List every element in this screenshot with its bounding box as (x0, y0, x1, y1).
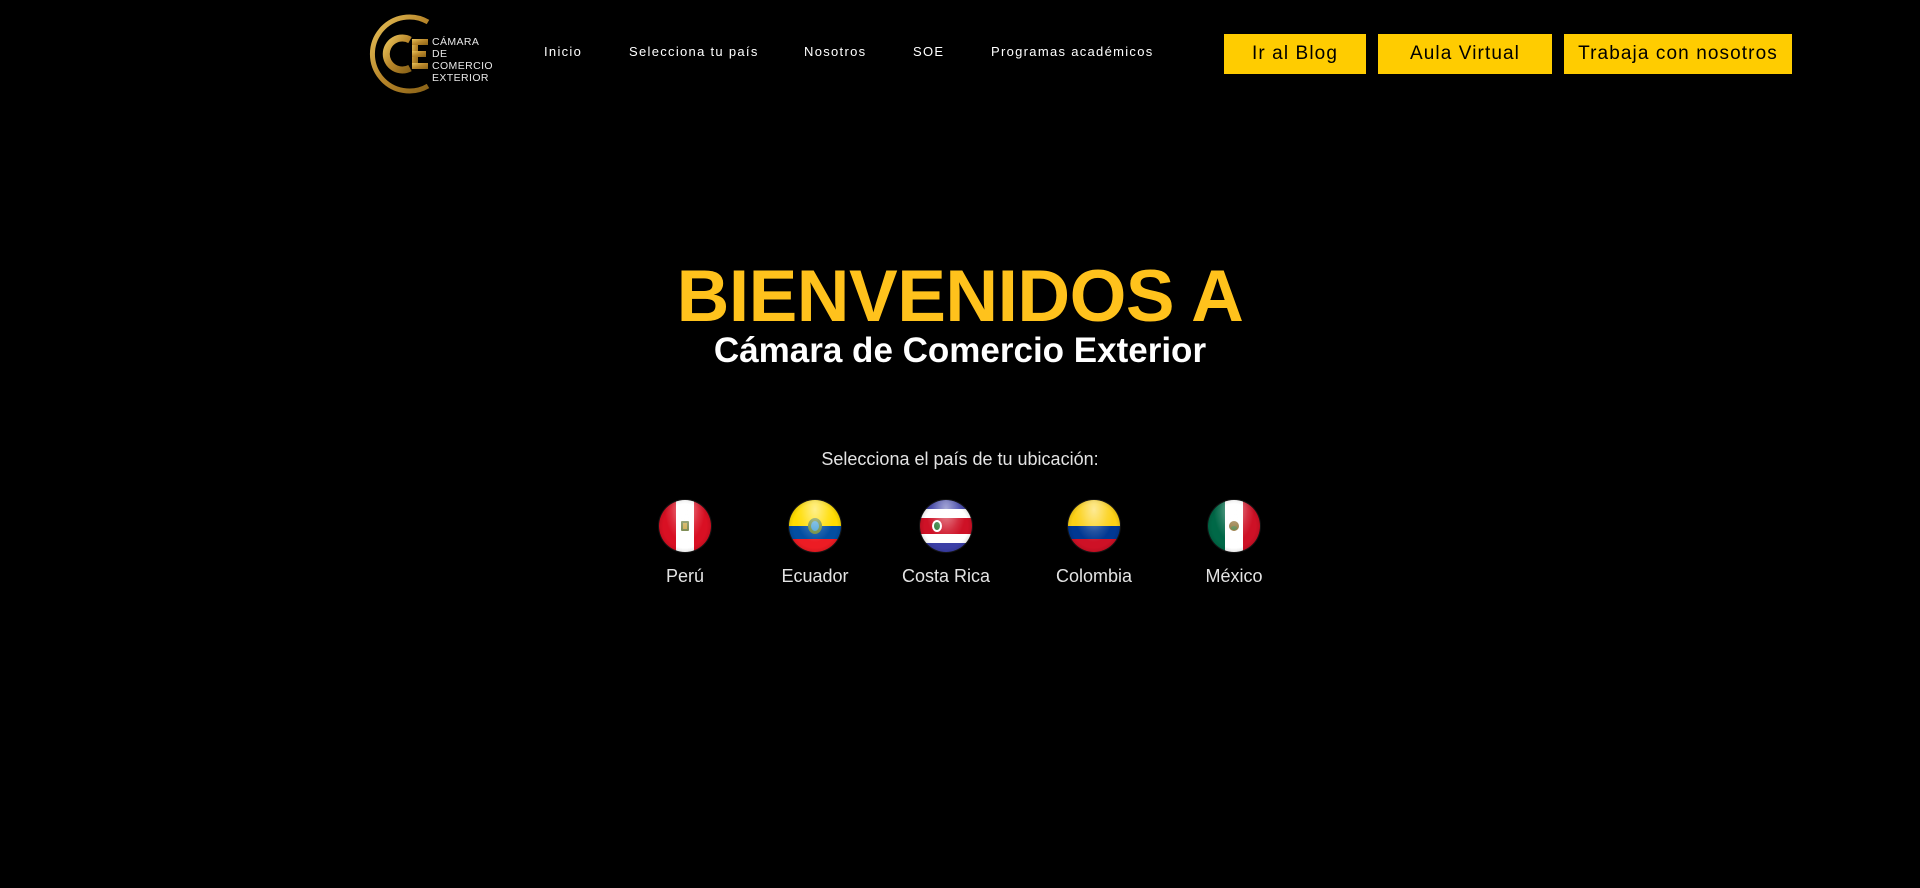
nav-item-inicio[interactable]: Inicio (544, 44, 582, 59)
colombia-flag-icon (1068, 500, 1120, 552)
nav-item-selecciona-pais[interactable]: Selecciona tu país (629, 44, 759, 59)
logo-wordmark: CÁMARA DE COMERCIO EXTERIOR (432, 36, 493, 84)
nav-item-programas-academicos[interactable]: Programas académicos (991, 44, 1154, 59)
country-costa-rica[interactable]: Costa Rica (876, 500, 1016, 587)
country-label: Costa Rica (901, 566, 991, 586)
cce-logo-icon (370, 14, 430, 94)
ecuador-flag-icon (789, 500, 841, 552)
country-label: Colombia (1055, 566, 1133, 586)
nav-item-nosotros[interactable]: Nosotros (804, 44, 866, 59)
nav-item-soe[interactable]: SOE (913, 44, 944, 59)
trabaja-con-nosotros-button[interactable]: Trabaja con nosotros (1564, 34, 1792, 74)
blog-button[interactable]: Ir al Blog (1224, 34, 1366, 74)
mexico-flag-icon (1208, 500, 1260, 552)
costa-rica-flag-icon (920, 500, 972, 552)
country-label: México (1205, 566, 1263, 586)
aula-virtual-button[interactable]: Aula Virtual (1378, 34, 1552, 74)
cce-logo[interactable]: CÁMARA DE COMERCIO EXTERIOR (366, 14, 493, 94)
country-peru[interactable]: Perú (615, 500, 755, 587)
country-label: Perú (665, 566, 705, 586)
page: CÁMARA DE COMERCIO EXTERIOR Inicio Selec… (0, 0, 1920, 888)
country-ecuador[interactable]: Ecuador (745, 500, 885, 587)
logo-line-1: CÁMARA DE (432, 36, 479, 60)
peru-flag-icon (659, 500, 711, 552)
hero-title: BIENVENIDOS A (676, 256, 1244, 337)
country-colombia[interactable]: Colombia (1024, 500, 1164, 587)
country-label: Ecuador (781, 566, 849, 586)
country-select-prompt: Selecciona el país de tu ubicación: (821, 449, 1099, 469)
logo-line-2: COMERCIO (432, 60, 493, 72)
country-mexico[interactable]: México (1164, 500, 1304, 587)
hero-subtitle: Cámara de Comercio Exterior (713, 331, 1207, 370)
logo-line-3: EXTERIOR (432, 72, 489, 84)
